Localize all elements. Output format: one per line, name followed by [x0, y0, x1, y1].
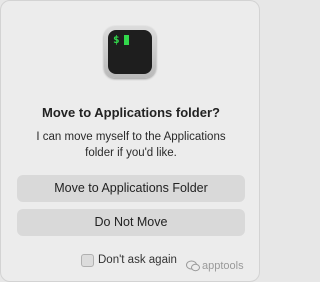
terminal-screen: $	[108, 30, 152, 74]
watermark-text: apptools	[202, 260, 244, 272]
dialog-title: Move to Applications folder?	[42, 105, 220, 120]
watermark: apptools	[186, 260, 244, 272]
dialog-message: I can move myself to the Applications fo…	[36, 131, 226, 159]
do-not-move-button[interactable]: Do Not Move	[17, 209, 245, 236]
dont-ask-again-label: Don't ask again	[98, 254, 177, 266]
dont-ask-again-option[interactable]: Don't ask again	[81, 253, 177, 267]
terminal-app-icon: $	[104, 26, 156, 78]
move-to-applications-dialog: $ Move to Applications folder? I can mov…	[0, 0, 260, 282]
dont-ask-again-checkbox[interactable]	[81, 253, 94, 267]
move-to-applications-button[interactable]: Move to Applications Folder	[17, 175, 245, 202]
wechat-icon	[186, 260, 200, 272]
terminal-cursor	[124, 35, 129, 45]
terminal-prompt-glyph: $	[113, 33, 120, 46]
